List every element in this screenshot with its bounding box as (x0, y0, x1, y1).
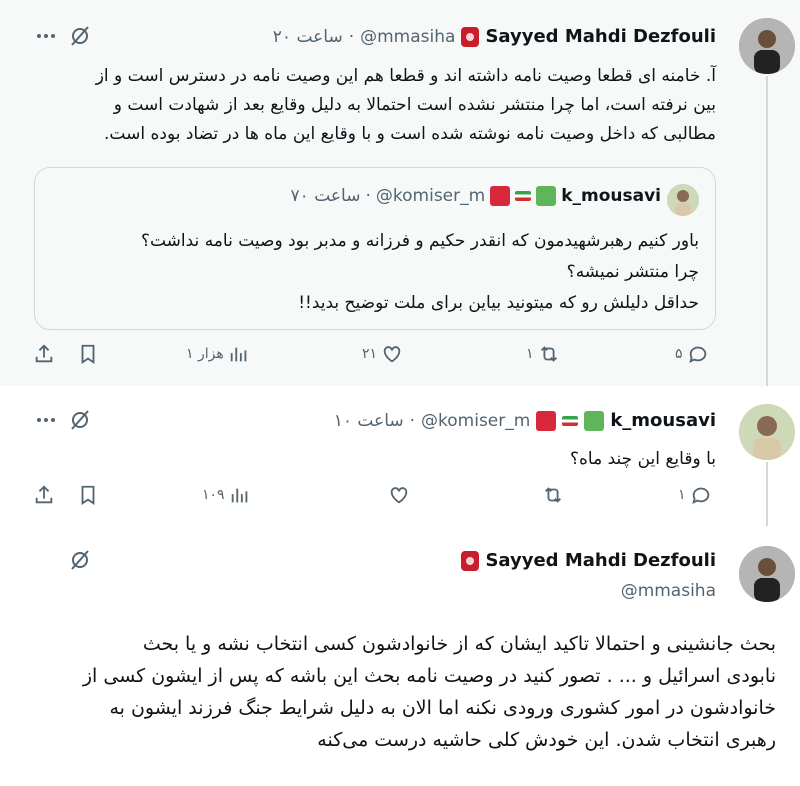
views-button[interactable]: ۱۰۹ (202, 484, 251, 506)
likes-count: ۲۱ (362, 346, 378, 362)
red-badge-icon (461, 550, 480, 571)
like-button[interactable] (384, 484, 410, 506)
like-icon (390, 487, 408, 504)
text-line: بین نرفته است، اما چرا منتشر نشده است اح… (113, 95, 716, 115)
reply-icon (688, 346, 706, 364)
tweet-header: Sayyed Mahdi Dezfouli @mmasiha · ۲۰ ساعت (273, 26, 716, 47)
repost-icon (540, 346, 557, 362)
tweet-header: Sayyed Mahdi Dezfouli (461, 550, 716, 571)
share-button[interactable] (33, 484, 55, 506)
grok-icon[interactable] (66, 546, 94, 574)
text-line: باور کنیم رهبرشهیدمون که انقدر حکیم و فر… (140, 231, 699, 251)
views-button[interactable]: ۱ هزار (186, 343, 250, 365)
replies-count: ۱ (678, 487, 686, 503)
like-icon (383, 346, 401, 363)
bookmark-icon (81, 344, 95, 364)
red-badge-icon (461, 26, 480, 47)
separator: · (348, 26, 355, 47)
text-line: چرا منتشر نمیشه؟ (566, 262, 699, 282)
share-icon (35, 485, 53, 504)
replies-count: ۵ (675, 346, 683, 362)
red-flag-icon (536, 410, 557, 431)
reposts-count: ۱ (526, 346, 534, 362)
views-count: ۱ هزار (186, 346, 224, 362)
text-line: آ. خامنه ای قطعا وصیت نامه داشته اند و ق… (95, 66, 716, 86)
tweet-text: آ. خامنه ای قطعا وصیت نامه داشته اند و ق… (36, 62, 716, 149)
reply-button[interactable]: ۵ (675, 343, 709, 365)
bookmark-button[interactable] (77, 343, 99, 365)
grok-icon[interactable] (66, 22, 94, 50)
text-line: حداقل دلیلش رو که میتونید بیاین برای ملت… (298, 293, 699, 313)
text-line: بحث جانشینی و احتمالا تاکید ایشان که از … (142, 633, 776, 655)
avatar[interactable] (739, 546, 795, 602)
text-line: خانوادشون در امور کشوری ورودی نکنه اما ا… (109, 697, 776, 719)
tweet-focused[interactable]: Sayyed Mahdi Dezfouli @mmasiha بحث جانشی… (0, 526, 800, 786)
tweet-text: بحث جانشینی و احتمالا تاکید ایشان که از … (16, 628, 776, 756)
avatar[interactable] (739, 404, 795, 460)
bookmark-icon (81, 485, 95, 505)
quote-timestamp[interactable]: ۷۰ ساعت (291, 186, 361, 206)
reply-icon (691, 487, 709, 505)
iran-flag-icon (515, 188, 532, 204)
display-name[interactable]: Sayyed Mahdi Dezfouli (485, 550, 716, 571)
text-line: رهبری انتخاب شدن. این خودش کلی حاشیه درس… (317, 729, 776, 751)
text-line: نابودی اسرائیل و ... . تصور کنید در وصیت… (82, 665, 776, 687)
display-name[interactable]: k_mousavi (610, 410, 716, 431)
quote-handle[interactable]: @komiser_m (376, 186, 485, 206)
avatar[interactable] (739, 18, 795, 74)
repost-icon (545, 487, 561, 503)
quote-avatar[interactable] (667, 184, 699, 216)
action-bar: ۱ هزار ۲۱ ۱ ۵ (30, 343, 720, 377)
timestamp[interactable]: ۲۰ ساعت (273, 27, 343, 47)
handle[interactable]: @mmasiha (621, 581, 716, 601)
separator: · (365, 186, 371, 206)
reply-button[interactable]: ۱ (678, 484, 712, 506)
quote-header: k_mousavi @komiser_m · ۷۰ ساعت (291, 186, 661, 206)
tweet-main[interactable]: Sayyed Mahdi Dezfouli @mmasiha · ۲۰ ساعت… (0, 0, 800, 386)
repost-button[interactable]: ۱ (526, 343, 560, 365)
views-icon (231, 488, 247, 503)
handle[interactable]: @mmasiha (360, 27, 455, 47)
text-line: مطالبی که داخل وصیت نامه نوشته شده است و… (104, 124, 716, 144)
quote-display-name[interactable]: k_mousavi (561, 186, 661, 206)
separator: · (409, 410, 416, 431)
iran-flag-icon (562, 413, 579, 429)
green-flag-icon (584, 410, 605, 431)
quote-text: باور کنیم رهبرشهیدمون که انقدر حکیم و فر… (49, 226, 699, 319)
grok-icon[interactable] (66, 406, 94, 434)
quoted-tweet[interactable]: k_mousavi @komiser_m · ۷۰ ساعت باور کنیم… (34, 167, 716, 330)
views-icon (230, 347, 247, 362)
tweet-header: k_mousavi @komiser_m · ۱۰ ساعت (334, 410, 716, 431)
share-button[interactable] (33, 343, 55, 365)
tweet-text: با وقایع این چند ماه؟ (570, 449, 716, 469)
more-icon[interactable] (32, 22, 60, 50)
display-name[interactable]: Sayyed Mahdi Dezfouli (485, 26, 716, 47)
share-icon (35, 344, 53, 363)
bookmark-button[interactable] (77, 484, 99, 506)
more-icon[interactable] (32, 406, 60, 434)
green-flag-icon (536, 186, 557, 206)
handle[interactable]: @komiser_m (421, 411, 530, 431)
thread-line (766, 76, 768, 386)
views-count: ۱۰۹ (202, 487, 225, 503)
repost-button[interactable] (538, 484, 564, 506)
like-button[interactable]: ۲۱ (362, 343, 403, 365)
timestamp[interactable]: ۱۰ ساعت (334, 411, 404, 431)
handle-row: @mmasiha (621, 581, 716, 601)
thread-line (766, 462, 768, 526)
tweet-reply[interactable]: k_mousavi @komiser_m · ۱۰ ساعت با وقایع … (0, 386, 800, 526)
red-flag-icon (490, 186, 511, 206)
action-bar: ۱۰۹ ۱ (30, 484, 720, 518)
